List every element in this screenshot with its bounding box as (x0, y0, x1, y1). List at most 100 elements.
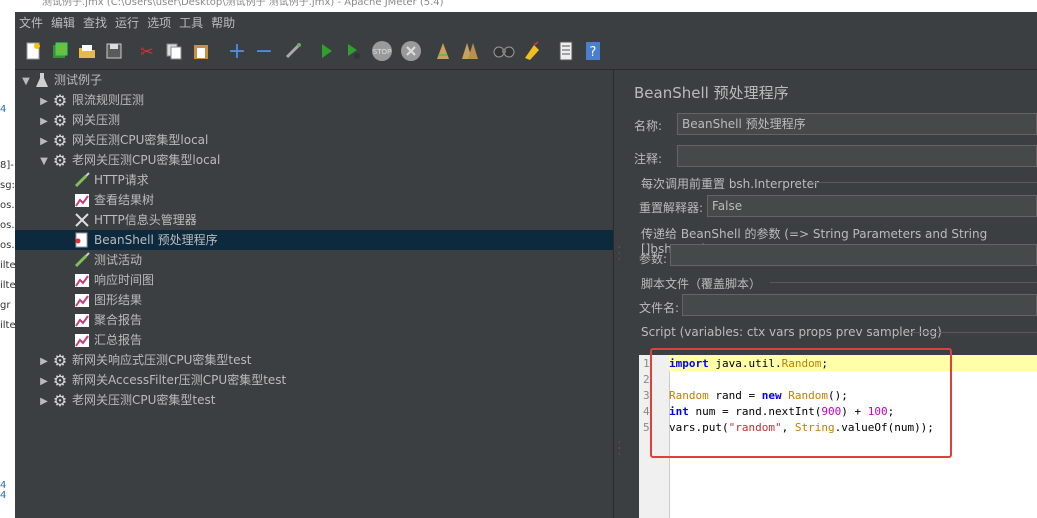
help-icon[interactable]: ? (582, 40, 604, 62)
new-icon[interactable] (22, 40, 44, 62)
tree-item[interactable]: 响应时间图 (73, 270, 154, 290)
graph-icon (73, 192, 91, 210)
tree-item[interactable]: 聚合报告 (73, 310, 142, 330)
tree-item-label: 聚合报告 (94, 313, 143, 327)
tree-root[interactable]: ▼ 测试例子 (19, 70, 102, 90)
tree-item[interactable]: ▶ ⚙ 老网关压测CPU密集型test (37, 390, 215, 410)
chevron-right-icon[interactable]: ▶ (37, 352, 51, 372)
paste-icon[interactable] (190, 40, 212, 62)
file-field[interactable] (682, 294, 1037, 316)
open-icon[interactable] (76, 40, 98, 62)
name-field[interactable]: BeanShell 预处理程序 (677, 113, 1037, 135)
tree-item-label: 限流规则压测 (72, 93, 145, 107)
section-divider (810, 182, 1037, 183)
function-helper-icon[interactable] (555, 40, 577, 62)
clear-icon[interactable] (432, 40, 454, 62)
menu-bar: 文件 编辑 查找 运行 选项 工具 帮助 (15, 12, 1037, 35)
script-section-title: Script (variables: ctx vars props prev s… (641, 325, 942, 339)
start-no-pause-icon[interactable] (342, 40, 364, 62)
wrench-icon (73, 212, 91, 230)
tree-root-label: 测试例子 (54, 73, 103, 87)
stop-icon[interactable]: STOP (371, 40, 393, 62)
strip-text: os. (0, 220, 15, 231)
menu-run[interactable]: 运行 (111, 12, 143, 35)
menu-edit[interactable]: 编辑 (47, 12, 79, 35)
reset-label: 重置解释器: (639, 201, 704, 215)
gear-icon: ⚙ (52, 370, 68, 390)
tree-item-label: HTTP请求 (94, 173, 149, 187)
tree-item[interactable]: ▶ ⚙ 新网关AccessFilter压测CPU密集型test (37, 370, 286, 390)
tree-item-label: 新网关AccessFilter压测CPU密集型test (72, 373, 287, 387)
tree-item-selected[interactable]: BeanShell 预处理程序 (73, 230, 218, 250)
clear-all-icon[interactable] (459, 40, 481, 62)
reset-search-icon[interactable] (521, 40, 543, 62)
tree-item[interactable]: ▶ ⚙ 新网关响应式压测CPU密集型test (37, 350, 251, 370)
gear-icon: ⚙ (52, 150, 68, 170)
save-icon[interactable] (103, 40, 125, 62)
tree-item[interactable]: 查看结果树 (73, 190, 154, 210)
menu-tools[interactable]: 工具 (175, 12, 207, 35)
line-number: 2 (643, 373, 650, 386)
templates-icon[interactable] (49, 40, 71, 62)
chevron-right-icon[interactable]: ▶ (37, 372, 51, 392)
tree-item-label: 测试活动 (94, 253, 143, 267)
tree-item[interactable]: ▶ ⚙ 网关压测 (37, 110, 120, 130)
chevron-down-icon[interactable]: ▼ (37, 152, 51, 172)
collapse-icon[interactable]: − (253, 39, 275, 64)
start-icon[interactable] (315, 40, 337, 62)
test-plan-tree: ▼ 测试例子 ▶ ⚙ 限流规则压测 ▶ ⚙ 网关压测 ▶ ⚙ 网关压测CPU密集型local … (15, 70, 613, 518)
tree-item[interactable]: HTTP信息头管理器 (73, 210, 197, 230)
strip-text: sg: (0, 180, 15, 191)
gear-icon: ⚙ (52, 350, 68, 370)
shutdown-icon[interactable] (400, 40, 422, 62)
splitter-grip: · · · (618, 243, 621, 264)
chevron-right-icon[interactable]: ▶ (37, 112, 51, 132)
chevron-right-icon[interactable]: ▶ (37, 92, 51, 112)
pipette-icon (73, 251, 91, 270)
params-field[interactable] (670, 244, 1037, 266)
tree-item-label: 老网关压测CPU密集型local (72, 153, 221, 167)
file-section-title: 脚本文件（覆盖脚本） (641, 277, 762, 291)
expand-icon[interactable]: + (226, 39, 248, 64)
chevron-down-icon[interactable]: ▼ (19, 72, 33, 92)
background-window-strip: 4 8]- sg: os. os. os. ilte ilte gr ilte … (0, 12, 15, 518)
tree-item[interactable]: 汇总报告 (73, 330, 142, 350)
strip-text: gr (0, 300, 11, 311)
strip-text: ilte (0, 260, 15, 271)
tree-item[interactable]: 测试活动 (73, 250, 142, 270)
tree-item-label: 响应时间图 (94, 273, 155, 287)
file-label: 文件名: (639, 301, 680, 315)
chevron-right-icon[interactable]: ▶ (37, 392, 51, 412)
strip-text: 8]- (0, 160, 14, 171)
tree-item[interactable]: 图形结果 (73, 290, 142, 310)
tree-item[interactable]: ▶ ⚙ 限流规则压测 (37, 90, 144, 110)
svg-text:?: ? (590, 45, 597, 60)
tree-item-label: 网关压测 (72, 113, 121, 127)
menu-search[interactable]: 查找 (79, 12, 111, 35)
copy-icon[interactable] (163, 40, 185, 62)
strip-text: os. (0, 240, 15, 251)
menu-options[interactable]: 选项 (143, 12, 175, 35)
graph-icon (73, 272, 91, 290)
cut-icon[interactable]: ✂ (136, 40, 158, 62)
section-divider (770, 282, 1037, 283)
menu-help[interactable]: 帮助 (207, 12, 239, 35)
tree-item[interactable]: HTTP请求 (73, 170, 149, 190)
search-icon[interactable] (493, 40, 515, 62)
tree-item[interactable]: ▼ ⚙ 老网关压测CPU密集型local (37, 150, 220, 170)
params-label: 参数: (639, 252, 668, 266)
window-title: 测试例子.jmx (C:\Users\user\Desktop\测试例子 测试例… (42, 0, 444, 8)
tree-item[interactable]: ▶ ⚙ 网关压测CPU密集型local (37, 130, 208, 150)
reset-section-title: 每次调用前重置 bsh.Interpreter (641, 177, 819, 191)
strip-text: os. (0, 200, 15, 211)
menu-file[interactable]: 文件 (15, 12, 47, 35)
tree-item-label: HTTP信息头管理器 (94, 213, 197, 227)
toggle-icon[interactable] (282, 40, 304, 62)
tree-item-label: 图形结果 (94, 293, 143, 307)
chevron-right-icon[interactable]: ▶ (37, 132, 51, 152)
strip-text: ilte (0, 320, 15, 331)
comment-field[interactable] (677, 145, 1037, 167)
tree-item-label: 查看结果树 (94, 193, 155, 207)
tree-item-label: 汇总报告 (94, 333, 143, 347)
reset-select[interactable]: False (707, 195, 1037, 217)
